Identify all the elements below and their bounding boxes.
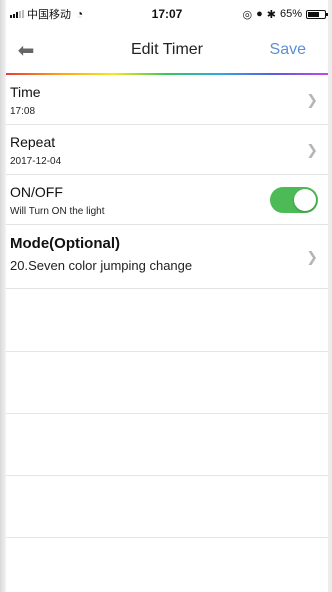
empty-row (6, 290, 328, 352)
alarm-icon: ● (256, 8, 263, 20)
chevron-right-icon: ❯ (306, 248, 318, 264)
repeat-row[interactable]: Repeat 2017-12-04 ❯ (6, 125, 328, 175)
onoff-row-title: ON/OFF (10, 184, 63, 200)
repeat-row-value: 2017-12-04 (10, 156, 62, 167)
settings-list: Time 17:08 ❯ Repeat 2017-12-04 ❯ ON/OFF … (6, 75, 328, 289)
save-button[interactable]: Save (270, 41, 328, 59)
location-icon: ◎ (242, 8, 253, 21)
right-edge-shadow (328, 0, 332, 592)
battery-percent: 65% (279, 8, 302, 20)
battery-icon (306, 9, 328, 19)
signal-icon (10, 10, 24, 18)
empty-row (6, 414, 328, 476)
mode-row-value: 20.Seven color jumping change (10, 258, 193, 273)
mode-row-title: Mode(Optional) (10, 235, 120, 252)
time-row-value: 17:08 (10, 106, 36, 117)
wifi-icon: ◔ (76, 7, 84, 21)
time-row-title: Time (10, 84, 41, 100)
back-arrow-icon: ⬅ (17, 39, 35, 62)
onoff-row: ON/OFF Will Turn ON the light (6, 175, 328, 225)
carrier-label: 中国移动 (27, 9, 71, 21)
onoff-row-subtitle: Will Turn ON the light (10, 206, 105, 217)
mode-row[interactable]: Mode(Optional) 20.Seven color jumping ch… (6, 225, 328, 289)
empty-row (6, 352, 328, 414)
back-button[interactable]: ⬅ (6, 28, 46, 72)
onoff-toggle[interactable] (270, 187, 318, 213)
toggle-knob (294, 189, 316, 211)
empty-row (6, 476, 328, 538)
repeat-row-title: Repeat (10, 134, 56, 150)
status-bar: 中国移动 ◔ 17:07 ◎ ● ✱ 65% (6, 0, 328, 28)
status-left: 中国移动 ◔ (6, 6, 83, 22)
status-right: ◎ ● ✱ 65% (242, 8, 328, 21)
bluetooth-icon: ✱ (266, 8, 276, 21)
empty-list-area (6, 290, 328, 538)
nav-bar: ⬅ Edit Timer Save (6, 28, 328, 72)
chevron-right-icon: ❯ (306, 141, 318, 157)
time-row[interactable]: Time 17:08 ❯ (6, 75, 328, 125)
app-screen: 中国移动 ◔ 17:07 ◎ ● ✱ 65% ⬅ Edit Timer Save… (0, 0, 332, 592)
chevron-right-icon: ❯ (306, 91, 318, 107)
